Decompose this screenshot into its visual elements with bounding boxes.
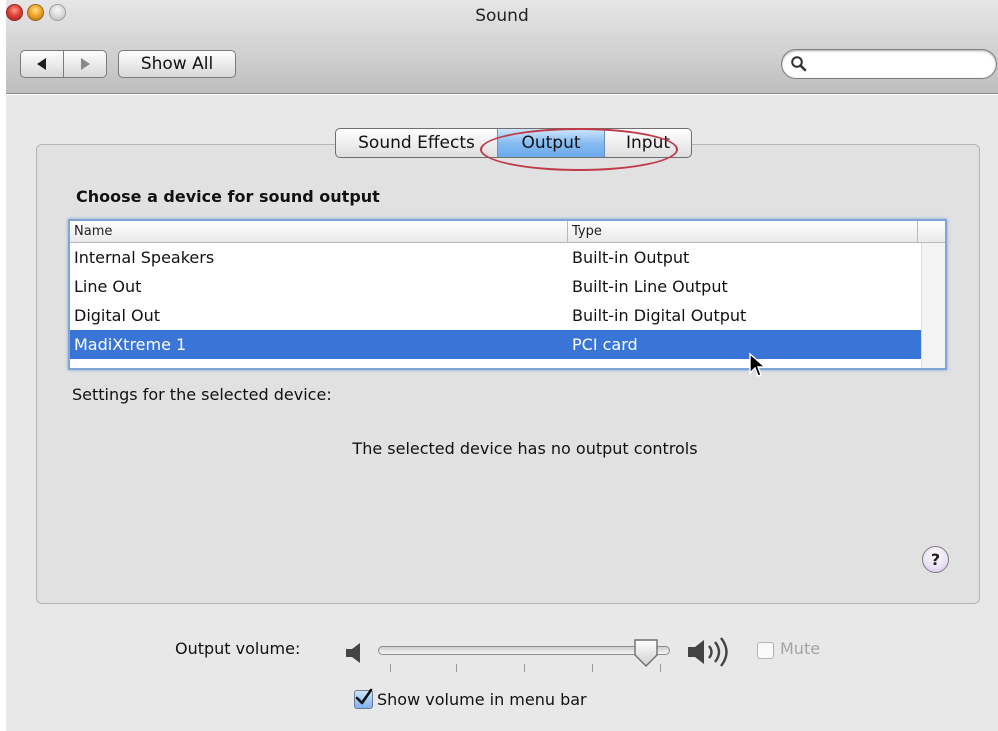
- table-row-selected[interactable]: MadiXtreme 1 PCI card: [70, 330, 921, 359]
- output-volume-label: Output volume:: [175, 639, 301, 658]
- device-type: Built-in Line Output: [572, 277, 728, 296]
- tab-sound-effects[interactable]: Sound Effects: [336, 129, 498, 157]
- back-forward-group: [20, 50, 107, 78]
- show-volume-label: Show volume in menu bar: [377, 690, 587, 709]
- table-row[interactable]: Line Out Built-in Line Output: [70, 272, 921, 301]
- right-triangle-icon: [80, 58, 90, 70]
- column-header-name[interactable]: Name: [70, 221, 568, 242]
- tab-input[interactable]: Input: [605, 129, 691, 157]
- back-button[interactable]: [21, 51, 64, 77]
- speaker-high-icon[interactable]: [686, 636, 736, 668]
- device-type: PCI card: [572, 335, 638, 354]
- table-scrollbar[interactable]: [921, 243, 945, 368]
- no-controls-message: The selected device has no output contro…: [352, 439, 698, 458]
- table-header: Name Type: [70, 221, 945, 243]
- section-title: Choose a device for sound output: [76, 187, 380, 206]
- device-type: Built-in Digital Output: [572, 306, 747, 325]
- device-name: Digital Out: [74, 306, 160, 325]
- window-titlebar: Sound Show All: [6, 0, 998, 94]
- tab-panel: [36, 144, 980, 604]
- magnifier-icon: [791, 56, 807, 72]
- table-row[interactable]: Digital Out Built-in Digital Output: [70, 301, 921, 330]
- volume-slider-thumb[interactable]: [632, 638, 660, 668]
- device-name: Internal Speakers: [74, 248, 215, 267]
- arrow-cursor-icon: [749, 352, 767, 377]
- help-icon: ?: [930, 550, 941, 569]
- mute-checkbox[interactable]: [757, 642, 774, 659]
- forward-button[interactable]: [64, 51, 107, 77]
- slider-tick: [390, 664, 391, 672]
- tab-bar: Sound Effects Output Input: [335, 128, 692, 158]
- device-name: Line Out: [74, 277, 142, 296]
- slider-tick: [592, 664, 593, 672]
- speaker-low-icon[interactable]: [344, 640, 366, 666]
- volume-slider-track[interactable]: [378, 646, 670, 655]
- checkmark-icon: [355, 688, 373, 705]
- table-row[interactable]: Internal Speakers Built-in Output: [70, 243, 921, 272]
- output-device-table[interactable]: Name Type Internal Speakers Built-in Out…: [68, 219, 947, 370]
- search-input[interactable]: [810, 54, 988, 74]
- help-button[interactable]: ?: [922, 546, 949, 573]
- slider-tick: [524, 664, 525, 672]
- device-type: Built-in Output: [572, 248, 690, 267]
- tab-output[interactable]: Output: [498, 129, 605, 157]
- search-field[interactable]: [781, 49, 997, 79]
- show-volume-checkbox[interactable]: [354, 688, 373, 709]
- slider-tick: [456, 664, 457, 672]
- column-header-type[interactable]: Type: [568, 221, 918, 242]
- mute-label: Mute: [780, 639, 821, 658]
- show-all-button[interactable]: Show All: [118, 50, 236, 78]
- settings-label: Settings for the selected device:: [72, 385, 332, 404]
- left-triangle-icon: [36, 58, 46, 70]
- device-name: MadiXtreme 1: [74, 335, 187, 354]
- window-title: Sound: [475, 6, 529, 26]
